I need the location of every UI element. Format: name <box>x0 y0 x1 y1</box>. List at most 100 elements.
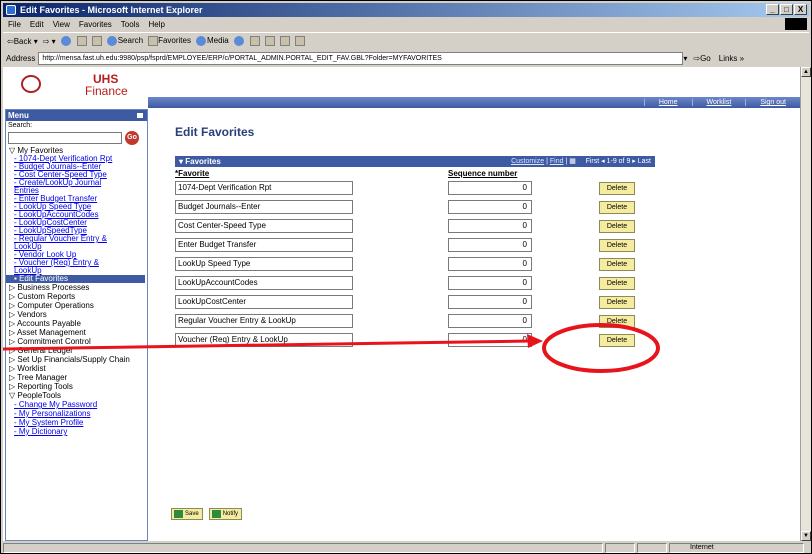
refresh-icon[interactable] <box>76 36 87 46</box>
sequence-number-input[interactable]: 0 <box>448 276 532 290</box>
peopletools-link[interactable]: - My Dictionary <box>6 427 147 436</box>
media-button[interactable]: Media <box>195 36 229 46</box>
next-arrow-icon[interactable]: ▸ <box>632 158 636 165</box>
vertical-scrollbar[interactable]: ▲ ▼ <box>800 67 811 541</box>
menu-category[interactable]: ▷ Asset Management <box>6 328 147 337</box>
menu-category[interactable]: ▷ Commitment Control <box>6 337 147 346</box>
delete-button[interactable]: Delete <box>599 277 635 290</box>
menu-item-edit-favorites[interactable]: ▪ Edit Favorites <box>6 275 145 283</box>
prev-arrow-icon[interactable]: ◂ <box>601 158 605 165</box>
last-link[interactable]: Last <box>638 158 651 165</box>
favorite-name-input[interactable]: LookUpCostCenter <box>175 295 353 309</box>
menu-file[interactable]: File <box>8 20 21 29</box>
zone-label: Internet <box>669 542 804 553</box>
fav-link[interactable]: - Regular Voucher Entry & LookUp <box>6 235 128 251</box>
toolbar: ⇦Back ▾ ⇨ ▾ Search Favorites Media <box>3 32 809 49</box>
delete-button[interactable]: Delete <box>599 258 635 271</box>
maximize-button[interactable]: □ <box>780 4 793 15</box>
history-icon[interactable] <box>233 36 244 46</box>
menu-category[interactable]: ▷ Reporting Tools <box>6 382 147 391</box>
forward-button[interactable]: ⇨ ▾ <box>43 37 56 46</box>
find-link[interactable]: Find <box>550 158 564 165</box>
discuss-icon[interactable] <box>294 36 305 46</box>
favorite-name-input[interactable]: Regular Voucher Entry & LookUp <box>175 314 353 328</box>
sequence-number-input[interactable]: 0 <box>448 295 532 309</box>
close-button[interactable]: X <box>794 4 807 15</box>
address-dropdown-icon[interactable]: ▾ <box>683 54 687 63</box>
delete-button[interactable]: Delete <box>599 315 635 328</box>
menu-category[interactable]: ▷ Custom Reports <box>6 292 147 301</box>
fav-link[interactable]: - Voucher (Req) Entry & LookUp <box>6 259 128 275</box>
menu-help[interactable]: Help <box>148 20 164 29</box>
table-row: 1074-Dept Verification Rpt 0 Delete <box>175 179 655 198</box>
sequence-number-input[interactable]: 0 <box>448 181 532 195</box>
stop-icon[interactable] <box>60 36 71 46</box>
menu-view[interactable]: View <box>53 20 70 29</box>
favorite-name-input[interactable]: Enter Budget Transfer <box>175 238 353 252</box>
favorites-button[interactable]: Favorites <box>148 36 191 46</box>
favorite-name-input[interactable]: Voucher (Req) Entry & LookUp <box>175 333 353 347</box>
sequence-number-input[interactable]: 0 <box>448 314 532 328</box>
menu-search-input[interactable] <box>8 131 122 144</box>
search-button[interactable]: Search <box>106 36 143 46</box>
column-sequence[interactable]: Sequence number <box>448 169 517 178</box>
menu-category[interactable]: ▷ General Ledger <box>6 346 147 355</box>
delete-button[interactable]: Delete <box>599 182 635 195</box>
peopletools-link[interactable]: - My Personalizations <box>6 409 147 418</box>
menu-category[interactable]: ▽ PeopleTools <box>6 391 147 400</box>
menu-category[interactable]: ▷ Tree Manager <box>6 373 147 382</box>
delete-button[interactable]: Delete <box>599 334 635 347</box>
peopletools-link[interactable]: - My System Profile <box>6 418 147 427</box>
home-icon[interactable] <box>91 36 102 46</box>
go-button[interactable]: ⇨Go <box>693 54 710 63</box>
back-button[interactable]: ⇦Back ▾ <box>7 37 38 46</box>
scroll-up-icon[interactable]: ▲ <box>801 67 811 77</box>
save-button[interactable]: Save <box>171 508 203 520</box>
delete-button[interactable]: Delete <box>599 220 635 233</box>
menu-category[interactable]: ▷ Vendors <box>6 310 147 319</box>
page-buttons: Save Notify <box>171 508 243 520</box>
browser-window: Edit Favorites - Microsoft Internet Expl… <box>0 0 812 554</box>
first-link[interactable]: First <box>586 158 600 165</box>
notify-button[interactable]: Notify <box>208 508 243 520</box>
favorite-name-input[interactable]: Budget Journals--Enter <box>175 200 353 214</box>
menu-search-go-button[interactable]: Go <box>125 130 139 145</box>
sequence-number-input[interactable]: 0 <box>448 333 532 347</box>
peopletools-link[interactable]: - Change My Password <box>6 400 147 409</box>
address-input[interactable]: http://mensa.fast.uh.edu:9980/psp/fsprd/… <box>38 51 684 65</box>
menu-category[interactable]: ▷ Set Up Financials/Supply Chain <box>6 355 131 364</box>
delete-button[interactable]: Delete <box>599 239 635 252</box>
favorite-name-input[interactable]: LookUp Speed Type <box>175 257 353 271</box>
print-icon[interactable] <box>264 36 275 46</box>
fav-link[interactable]: - Create/LookUp Journal Entries <box>6 179 126 195</box>
menu-category[interactable]: ▷ Worklist <box>6 364 147 373</box>
favorite-name-input[interactable]: LookUpAccountCodes <box>175 276 353 290</box>
favorite-name-input[interactable]: Cost Center-Speed Type <box>175 219 353 233</box>
favorite-name-input[interactable]: 1074-Dept Verification Rpt <box>175 181 353 195</box>
menu-tools[interactable]: Tools <box>121 20 140 29</box>
mail-icon[interactable] <box>249 36 260 46</box>
grid-download-icon[interactable]: ▦ <box>569 158 576 165</box>
nav-worklist[interactable]: Worklist <box>691 99 746 106</box>
collapse-menu-button[interactable] <box>136 112 144 119</box>
links-button[interactable]: Links » <box>719 54 744 63</box>
sequence-number-input[interactable]: 0 <box>448 257 532 271</box>
delete-button[interactable]: Delete <box>599 296 635 309</box>
customize-link[interactable]: Customize <box>511 158 544 165</box>
sequence-number-input[interactable]: 0 <box>448 238 532 252</box>
sequence-number-input[interactable]: 0 <box>448 219 532 233</box>
menu-favorites[interactable]: Favorites <box>79 20 112 29</box>
edit-icon[interactable] <box>279 36 290 46</box>
nav-sign-out[interactable]: Sign out <box>745 99 800 106</box>
menu-category[interactable]: ▷ Business Processes <box>6 283 147 292</box>
menu-edit[interactable]: Edit <box>30 20 44 29</box>
column-favorite[interactable]: *Favorite <box>175 169 209 178</box>
menu-category[interactable]: ▷ Accounts Payable <box>6 319 147 328</box>
scroll-down-icon[interactable]: ▼ <box>801 531 811 541</box>
table-row: LookUp Speed Type 0 Delete <box>175 255 655 274</box>
sequence-number-input[interactable]: 0 <box>448 200 532 214</box>
minimize-button[interactable]: _ <box>766 4 779 15</box>
menu-category[interactable]: ▷ Computer Operations <box>6 301 147 310</box>
delete-button[interactable]: Delete <box>599 201 635 214</box>
nav-home[interactable]: Home <box>643 99 692 106</box>
